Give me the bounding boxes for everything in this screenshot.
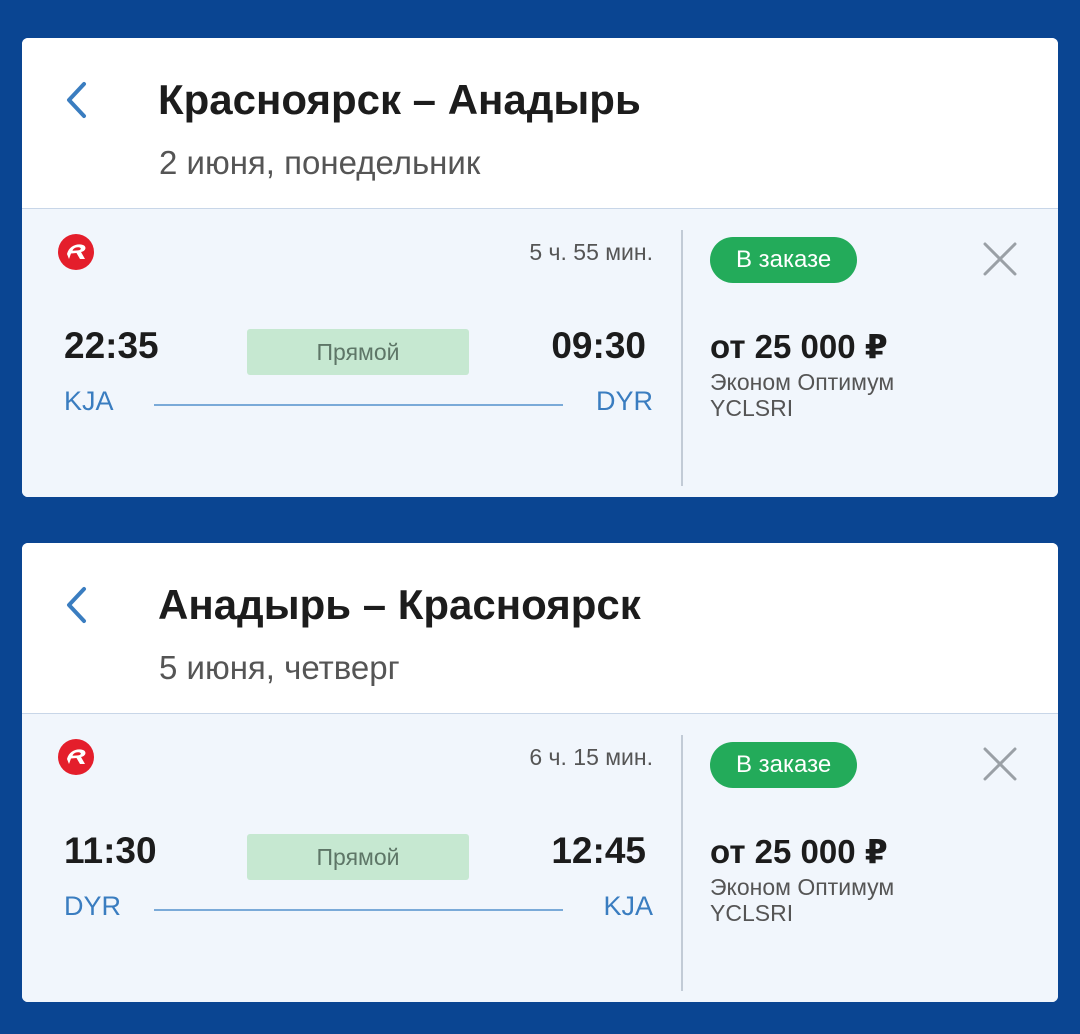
- remove-flight-button[interactable]: [980, 239, 1020, 279]
- route-title: Анадырь – Красноярск: [158, 581, 641, 628]
- airline-logo-icon: [58, 234, 94, 270]
- arrival-time: 12:45: [551, 830, 646, 871]
- close-icon: [983, 242, 1017, 276]
- flight-duration: 5 ч. 55 мин.: [529, 239, 653, 265]
- chevron-left-icon: [67, 587, 86, 623]
- segment-card-return: Анадырь – Красноярск 5 июня, четверг 6 ч…: [22, 543, 1058, 1002]
- status-badge: В заказе: [710, 237, 858, 283]
- direct-flight-badge: Прямой: [247, 834, 469, 880]
- route-date: 5 июня, четверг: [159, 649, 400, 686]
- close-icon: [983, 747, 1017, 781]
- status-badge: В заказе: [710, 742, 858, 788]
- origin-airport-code: KJA: [64, 386, 114, 416]
- arrival-time: 09:30: [551, 325, 646, 366]
- remove-flight-button[interactable]: [980, 744, 1020, 784]
- flight-card[interactable]: 6 ч. 15 мин. 11:30 Прямой 12:45 DYR KJA …: [22, 713, 1058, 1002]
- route-line: [154, 404, 563, 406]
- segment-card-outbound: Красноярск – Анадырь 2 июня, понедельник…: [22, 38, 1058, 497]
- fare-class: Эконом Оптимум: [710, 369, 895, 395]
- flight-card[interactable]: 5 ч. 55 мин. 22:35 Прямой 09:30 KJA DYR …: [22, 208, 1058, 497]
- segment-header: Красноярск – Анадырь 2 июня, понедельник: [22, 38, 1058, 208]
- price: от 25 000 ₽: [710, 833, 888, 870]
- back-button[interactable]: [58, 78, 98, 122]
- vertical-divider: [681, 735, 683, 991]
- destination-airport-code: KJA: [603, 891, 653, 921]
- airline-logo-icon: [58, 739, 94, 775]
- route-line: [154, 909, 563, 911]
- departure-time: 11:30: [64, 830, 157, 871]
- price: от 25 000 ₽: [710, 328, 888, 365]
- origin-airport-code: DYR: [64, 891, 122, 921]
- vertical-divider: [681, 230, 683, 486]
- chevron-left-icon: [67, 82, 86, 118]
- segment-header: Анадырь – Красноярск 5 июня, четверг: [22, 543, 1058, 713]
- flight-duration: 6 ч. 15 мин.: [529, 744, 653, 770]
- destination-airport-code: DYR: [595, 386, 653, 416]
- route-title: Красноярск – Анадырь: [158, 76, 641, 123]
- fare-code: YCLSRI: [710, 395, 794, 421]
- fare-code: YCLSRI: [710, 900, 794, 926]
- departure-time: 22:35: [64, 325, 159, 366]
- direct-flight-badge: Прямой: [247, 329, 469, 375]
- back-button[interactable]: [58, 583, 98, 627]
- route-date: 2 июня, понедельник: [159, 144, 481, 181]
- fare-class: Эконом Оптимум: [710, 874, 895, 900]
